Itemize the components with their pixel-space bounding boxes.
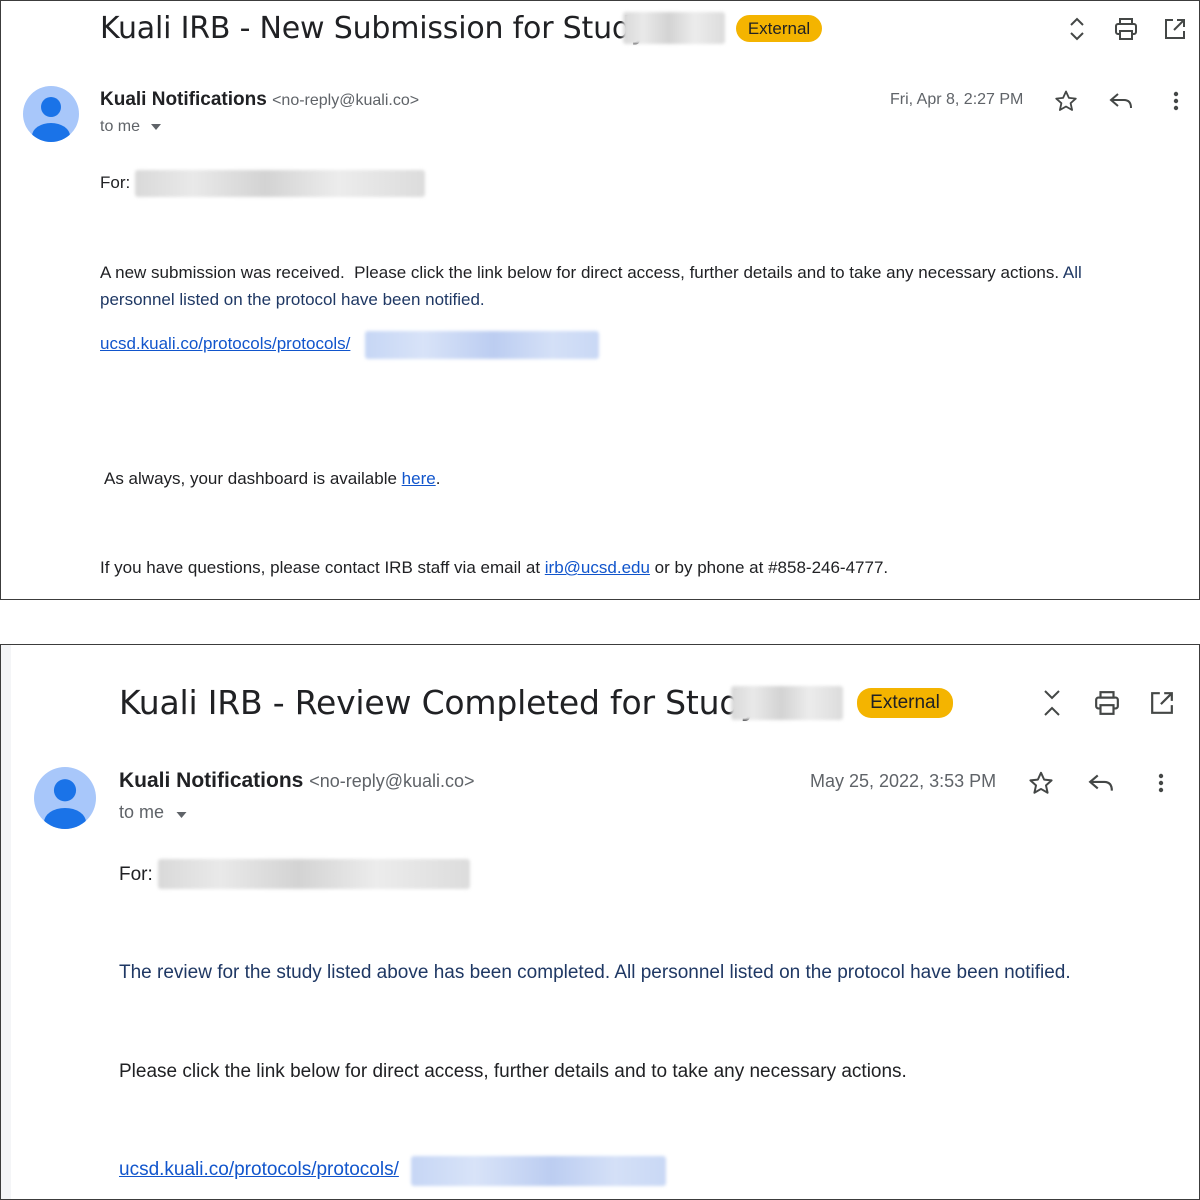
- email-date: May 25, 2022, 3:53 PM: [810, 771, 997, 791]
- dashboard-text: As always, your dashboard is available: [104, 469, 397, 488]
- recipient-toggle[interactable]: to me: [100, 118, 162, 136]
- sender-email: <no-reply@kuali.co>: [272, 92, 420, 109]
- print-icon[interactable]: [1112, 15, 1140, 43]
- email-subject: Kuali IRB - Review Completed for Study #: [119, 683, 798, 722]
- dashboard-link[interactable]: here: [402, 469, 436, 488]
- star-icon[interactable]: [1025, 767, 1057, 799]
- more-vert-icon[interactable]: [1145, 767, 1177, 799]
- redacted-protocol-id: [365, 331, 599, 359]
- external-badge: External: [857, 688, 953, 718]
- sender-line: Kuali Notifications <no-reply@kuali.co>: [100, 89, 419, 111]
- left-gutter: [1, 645, 11, 1199]
- email-panel-review-completed: Kuali IRB - Review Completed for Study #…: [0, 644, 1200, 1200]
- protocol-link-row: ucsd.kuali.co/protocols/protocols/: [100, 334, 350, 354]
- protocol-link[interactable]: ucsd.kuali.co/protocols/protocols/: [119, 1159, 399, 1180]
- dashboard-period: .: [435, 469, 441, 488]
- redacted-study-number: [731, 686, 843, 720]
- contact-text: If you have questions, please contact IR…: [100, 558, 541, 577]
- email-date: Fri, Apr 8, 2:27 PM: [890, 91, 1024, 108]
- unfold-icon[interactable]: [1063, 15, 1091, 43]
- recipient-toggle[interactable]: to me: [119, 802, 188, 824]
- redacted-study-number: [623, 12, 725, 44]
- protocol-link-row: ucsd.kuali.co/protocols/protocols/: [119, 1159, 399, 1181]
- open-in-new-icon[interactable]: [1146, 687, 1178, 719]
- sender-name[interactable]: Kuali Notifications: [100, 89, 267, 110]
- external-badge: External: [736, 15, 822, 42]
- print-icon[interactable]: [1091, 687, 1123, 719]
- body-paragraph-line-1: A new submission was received. Please cl…: [100, 263, 1082, 283]
- body-paragraph-line-2: personnel listed on the protocol have be…: [100, 290, 485, 309]
- more-vert-icon[interactable]: [1162, 87, 1190, 115]
- protocol-link[interactable]: ucsd.kuali.co/protocols/protocols/: [100, 334, 350, 353]
- recipient-label: to me: [100, 118, 141, 136]
- sender-email: <no-reply@kuali.co>: [309, 771, 475, 791]
- body-text: A new submission was received. Please cl…: [100, 263, 1060, 282]
- email-subject: Kuali IRB - New Submission for Study #: [100, 11, 683, 46]
- contact-phone-text: or by phone at #858-246-4777.: [654, 558, 889, 577]
- redacted-protocol-id: [411, 1156, 666, 1186]
- caret-down-icon[interactable]: [175, 803, 188, 824]
- reply-icon[interactable]: [1085, 767, 1117, 799]
- open-in-new-icon[interactable]: [1161, 15, 1189, 43]
- email-panel-new-submission: Kuali IRB - New Submission for Study # E…: [0, 0, 1200, 600]
- redacted-study-title: [158, 859, 470, 889]
- avatar: [34, 767, 96, 829]
- for-label: For:: [100, 173, 131, 192]
- collapse-icon[interactable]: [1036, 687, 1068, 719]
- caret-down-icon[interactable]: [150, 118, 162, 136]
- for-label: For:: [119, 864, 153, 885]
- irb-email-link[interactable]: irb@ucsd.edu: [545, 558, 650, 577]
- star-icon[interactable]: [1052, 87, 1080, 115]
- body-paragraph-1: The review for the study listed above ha…: [119, 962, 1071, 983]
- contact-line: If you have questions, please contact IR…: [100, 558, 888, 578]
- avatar: [23, 86, 79, 142]
- redacted-study-title: [135, 170, 425, 197]
- dashboard-line: As always, your dashboard is available h…: [104, 469, 440, 489]
- body-text-notified: All: [1062, 263, 1082, 282]
- sender-name[interactable]: Kuali Notifications: [119, 769, 303, 792]
- recipient-label: to me: [119, 802, 165, 822]
- sender-line: Kuali Notifications <no-reply@kuali.co>: [119, 769, 475, 793]
- reply-icon[interactable]: [1107, 87, 1135, 115]
- body-paragraph-2: Please click the link below for direct a…: [119, 1061, 907, 1082]
